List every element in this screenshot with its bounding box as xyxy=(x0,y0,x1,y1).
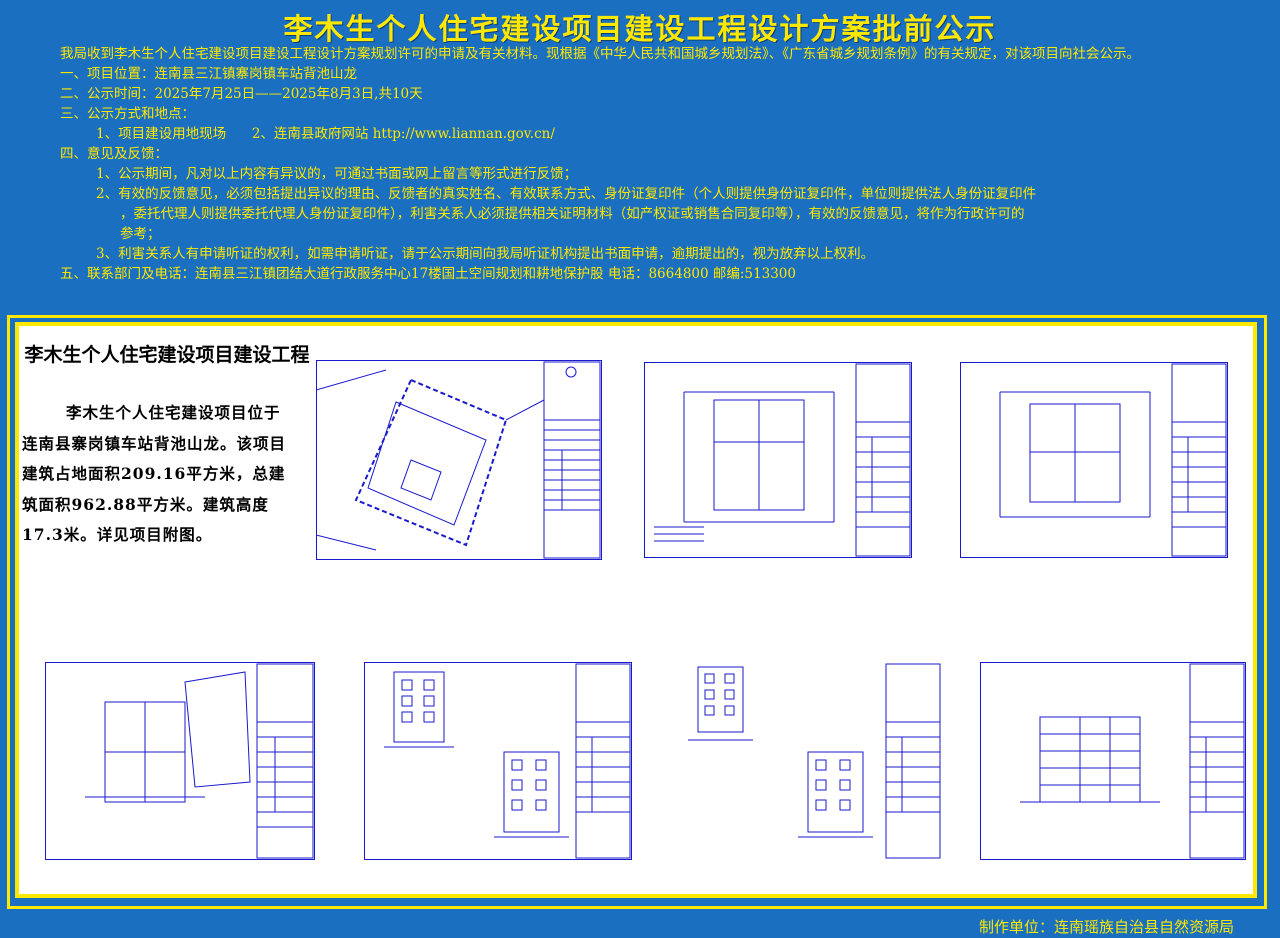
notice-item-time: 二、公示时间：2025年7月25日——2025年8月3日,共10天 xyxy=(60,86,423,102)
floor-plan-3-drawing xyxy=(45,662,315,860)
notice-item-contact: 五、联系部门及电话：连南县三江镇团结大道行政服务中心17楼国土空间规划和耕地保护… xyxy=(60,266,796,282)
project-description: 李木生个人住宅建设项目位于连南县寨岗镇车站背池山龙。该项目建筑占地面积209.1… xyxy=(22,403,287,544)
page-title: 李木生个人住宅建设项目建设工程设计方案批前公示 xyxy=(283,12,997,46)
notice-item-location: 一、项目位置：连南县三江镇寨岗镇车站背池山龙 xyxy=(60,66,357,82)
section-drawing xyxy=(980,662,1246,860)
notice-item-feedback: 四、意见及反馈： xyxy=(60,146,168,162)
notice-feedback-2c: 参考； xyxy=(120,226,161,242)
notice-item-method: 三、公示方式和地点： xyxy=(60,106,195,122)
notice-feedback-2b: ，委托代理人则提供委托代理人身份证复印件），利害关系人必须提供相关证明材料（如产… xyxy=(120,206,1025,222)
elevation-1-drawing xyxy=(364,662,632,860)
floor-plan-2-drawing xyxy=(960,362,1228,558)
notice-feedback-2a: 2、有效的反馈意见，必须包括提出异议的理由、反馈者的真实姓名、有效联系方式、身份… xyxy=(96,186,1037,202)
notice-body: 我局收到李木生个人住宅建设项目建设工程设计方案规划许可的申请及有关材料。现根据《… xyxy=(22,44,1258,284)
notice-item-method-detail: 1、项目建设用地现场 2、连南县政府网站 http://www.liannan.… xyxy=(96,126,555,142)
project-title: 李木生个人住宅建设项目建设工程 xyxy=(24,344,310,366)
notice-intro: 我局收到李木生个人住宅建设项目建设工程设计方案规划许可的申请及有关材料。现根据《… xyxy=(60,46,1140,62)
notice-feedback-1: 1、公示期间，凡对以上内容有异议的，可通过书面或网上留言等形式进行反馈； xyxy=(96,166,578,182)
footer-producer: 制作单位：连南瑶族自治县自然资源局 xyxy=(978,918,1234,936)
site-plan-drawing xyxy=(316,360,602,560)
notice-feedback-3: 3、利害关系人有申请听证的权利，如需申请听证，请于公示期间向我局听证机构提出书面… xyxy=(96,246,875,262)
floor-plan-1-drawing xyxy=(644,362,912,558)
elevation-2-drawing xyxy=(658,662,942,860)
